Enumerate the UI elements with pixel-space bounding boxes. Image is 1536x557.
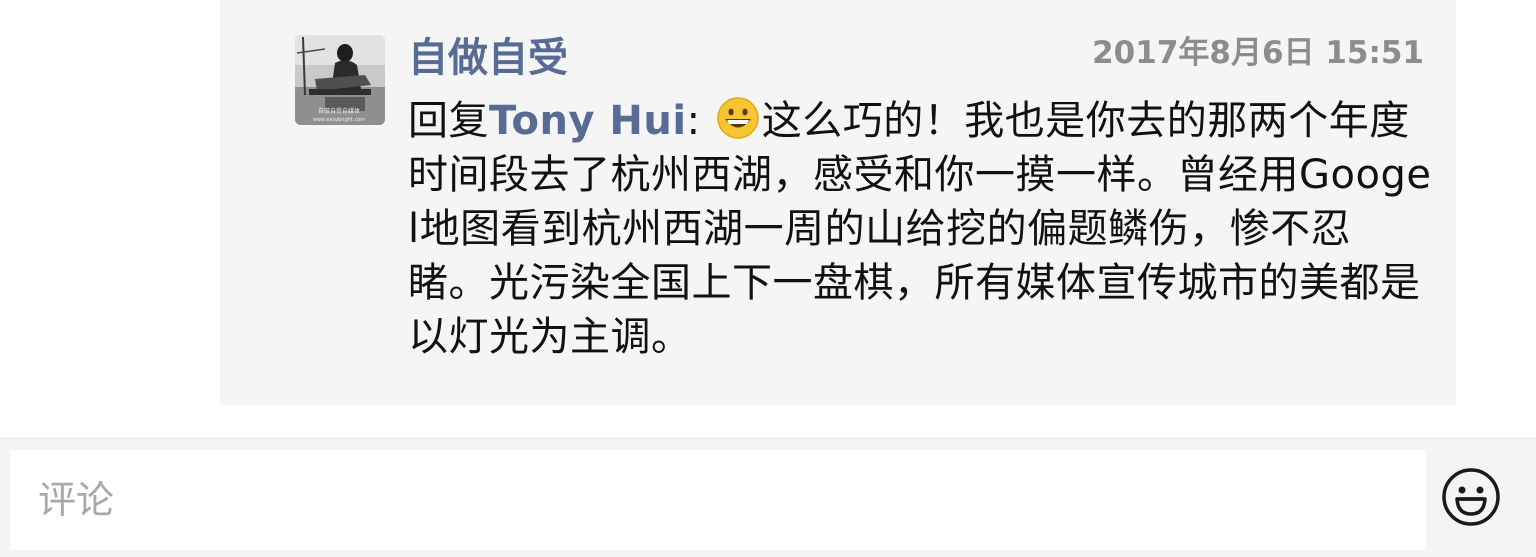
user-avatar[interactable]: 自做自受自媒体 www.easybright.com [295, 35, 385, 125]
comment-input[interactable] [10, 450, 1426, 550]
comment-input-bar [0, 438, 1536, 557]
comment-panel: 自做自受自媒体 www.easybright.com 自做自受 2017年8月6… [220, 0, 1456, 405]
reply-prefix: 回复 [408, 98, 489, 144]
avatar-photo-icon: 自做自受自媒体 www.easybright.com [295, 35, 385, 125]
smiley-face-icon[interactable] [1440, 466, 1502, 528]
svg-text:自做自受自媒体: 自做自受自媒体 [318, 107, 360, 115]
reply-colon: : [686, 98, 701, 144]
moments-comment-view: 自做自受自媒体 www.easybright.com 自做自受 2017年8月6… [0, 0, 1536, 557]
reply-target-name[interactable]: Tony Hui [489, 98, 687, 144]
svg-text:www.easybright.com: www.easybright.com [313, 117, 365, 123]
grinning-face-emoji-icon [716, 96, 760, 140]
comment-timestamp: 2017年8月6日 15:51 [1092, 35, 1424, 71]
comment-body: 回复Tony Hui: 这么巧的！我也是你去的那两个年度时间段去了杭州西湖，感受… [408, 94, 1432, 364]
comment-author-name[interactable]: 自做自受 [408, 30, 568, 86]
